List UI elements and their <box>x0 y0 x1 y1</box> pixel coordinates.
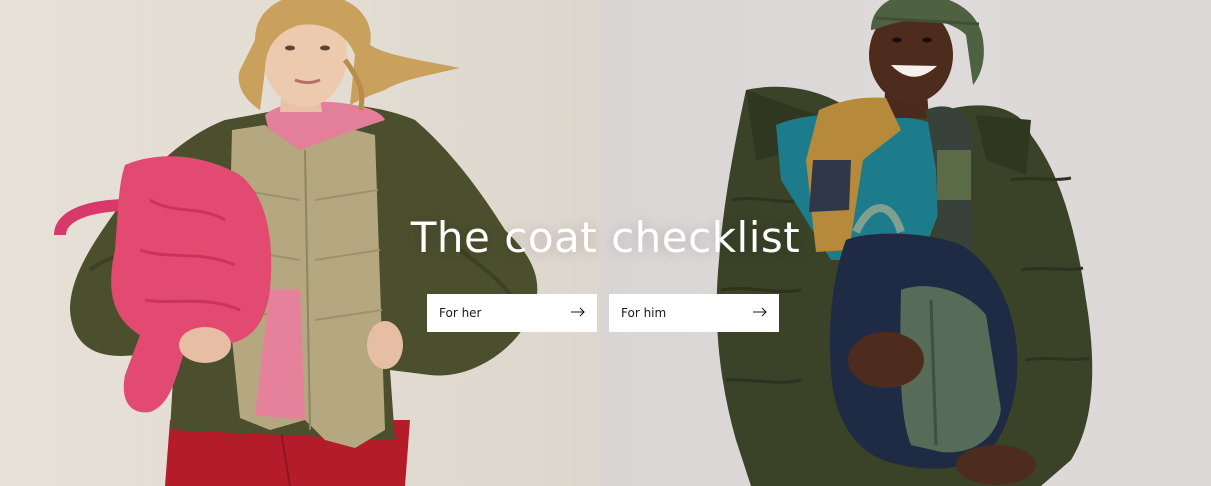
hero-headline: The coat checklist <box>410 213 801 262</box>
arrow-right-icon <box>571 304 585 322</box>
arrow-right-icon <box>753 304 767 322</box>
for-her-button-label: For her <box>439 306 482 320</box>
for-him-button[interactable]: For him <box>609 294 779 332</box>
hero-banner: The coat checklist For her For him <box>0 0 1211 486</box>
for-her-button[interactable]: For her <box>427 294 597 332</box>
for-him-button-label: For him <box>621 306 667 320</box>
